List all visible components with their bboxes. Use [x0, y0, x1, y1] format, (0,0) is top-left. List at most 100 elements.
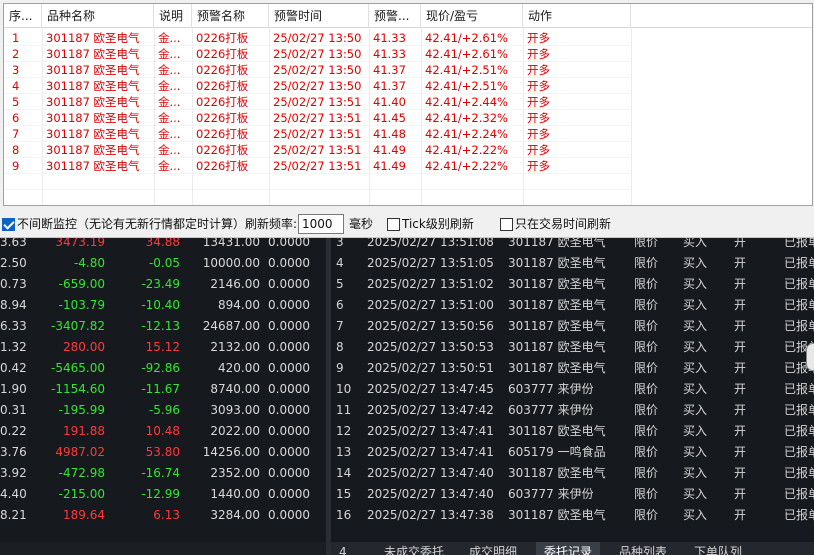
order-status: 已报单: [784, 508, 814, 522]
order-open-close: 开: [734, 319, 747, 333]
order-open-close: 开: [734, 445, 747, 459]
position-value: 2022.00: [210, 424, 260, 438]
order-row[interactable]: 15 2025/02/27 13:47:40 603777 来伊份 限价 买入 开 已报单: [331, 484, 814, 505]
alert-cell-desc: 金...: [158, 111, 181, 125]
position-row[interactable]: 0.31 -195.99 -5.96 3093.00 0.0000: [0, 400, 326, 421]
alert-cell-time: 25/02/27 13:50: [273, 79, 362, 93]
header-col-price-pnl[interactable]: 现价/盈亏: [421, 4, 523, 28]
alert-row[interactable]: 5 301187 欧圣电气 金... 0226打板 25/02/27 13:51 41.4…: [4, 94, 630, 110]
alert-cell-action: 开多: [527, 79, 550, 93]
header-col-seq[interactable]: 序...: [4, 4, 42, 28]
position-row[interactable]: 4.40 -215.00 -12.99 1440.00 0.0000: [0, 484, 326, 505]
order-row[interactable]: 12 2025/02/27 13:47:41 301187 欧圣电气 限价 买入 开 已报单: [331, 421, 814, 442]
position-row[interactable]: 1.90 -1154.60 -11.67 8740.00 0.0000: [0, 379, 326, 400]
order-row[interactable]: 82025/02/27 13:50:53301187 欧圣电气限价买入开已报单: [331, 337, 814, 358]
alert-cell-desc: 金...: [158, 127, 181, 141]
tick-refresh-checkbox[interactable]: [387, 218, 400, 231]
alert-cell-name: 301187 欧圣电气: [46, 95, 140, 109]
alert-cell-desc: 金...: [158, 63, 181, 77]
refresh-frequency-input[interactable]: [298, 214, 344, 234]
tab-page-4[interactable]: 4: [331, 542, 355, 555]
position-row[interactable]: 8.94 -103.79 -10.40 894.00 0.0000: [0, 295, 326, 316]
scroll-handle[interactable]: [806, 343, 814, 371]
alert-cell-time: 25/02/27 13:51: [273, 95, 362, 109]
order-row[interactable]: 10 2025/02/27 13:47:45 603777 来伊份 限价 买入 开 已报单: [331, 379, 814, 400]
alert-row[interactable]: 2 301187 欧圣电气 金... 0226打板 25/02/27 13:50 41.3…: [4, 46, 630, 62]
ms-unit-label: 毫秒: [349, 217, 374, 231]
position-row[interactable]: 8.21 189.64 6.13 3284.00 0.0000: [0, 505, 326, 526]
order-open-close: 开: [734, 340, 747, 354]
alert-row[interactable]: 3 301187 欧圣电气 金... 0226打板 25/02/27 13:50 41.3…: [4, 62, 630, 78]
header-col-alert-name[interactable]: 预警名称: [192, 4, 269, 28]
order-index: 9: [336, 361, 344, 375]
order-row[interactable]: 14 2025/02/27 13:47:40 301187 欧圣电气 限价 买入 开 已报单: [331, 463, 814, 484]
position-fee: 0.0000: [268, 277, 310, 291]
alert-row[interactable]: 9 301187 欧圣电气 金... 0226打板 25/02/27 13:51 41.4…: [4, 158, 630, 174]
alert-cell-action: 开多: [527, 31, 550, 45]
position-pnl-pct: 10.48: [145, 424, 180, 438]
order-time: 2025/02/27 13:50:51: [367, 361, 494, 375]
position-row[interactable]: 0.73 -659.00 -23.49 2146.00 0.0000: [0, 274, 326, 295]
position-fee: 0.0000: [268, 298, 310, 312]
position-row[interactable]: 0.22 191.88 10.48 2022.00 0.0000: [0, 421, 326, 442]
position-pnl: -5465.00: [51, 361, 105, 375]
order-side: 买入: [683, 487, 708, 501]
alert-cell-action: 开多: [527, 111, 550, 125]
order-row[interactable]: 11 2025/02/27 13:47:42 603777 来伊份 限价 买入 开 已报单: [331, 400, 814, 421]
order-row[interactable]: 6 2025/02/27 13:51:00 301187 欧圣电气 限价 买入 开 已报单: [331, 295, 814, 316]
position-row[interactable]: 3.76 4987.02 53.80 14256.00 0.0000: [0, 442, 326, 463]
continuous-monitor-checkbox[interactable]: [2, 218, 15, 231]
order-stock: 301187 欧圣电气: [508, 508, 606, 522]
alert-row[interactable]: 4 301187 欧圣电气 金... 0226打板 25/02/27 13:50 41.3…: [4, 78, 630, 94]
order-row[interactable]: 13 2025/02/27 13:47:41 605179 一鸣食品 限价 买入 开 已报单: [331, 442, 814, 463]
position-pnl: -4.80: [73, 256, 105, 270]
order-side: 买入: [683, 424, 708, 438]
position-value: 24687.00: [202, 319, 260, 333]
position-ratio: 1.32: [0, 340, 27, 354]
header-col-action[interactable]: 动作: [523, 4, 631, 28]
order-side: 买入: [683, 277, 708, 291]
order-row[interactable]: 16 2025/02/27 13:47:38 301187 欧圣电气 限价 买入 开 已报单: [331, 505, 814, 526]
header-col-alert-price[interactable]: 预警...: [369, 4, 421, 28]
position-row[interactable]: 2.50 -4.80 -0.05 10000.00 0.0000: [0, 253, 326, 274]
trade-time-only-checkbox[interactable]: [500, 218, 513, 231]
alert-row[interactable]: 6 301187 欧圣电气 金... 0226打板 25/02/27 13:51 41.4…: [4, 110, 630, 126]
alert-row[interactable]: 7 301187 欧圣电气 金... 0226打板 25/02/27 13:51 41.4…: [4, 126, 630, 142]
position-row[interactable]: 6.33 -3407.82 -12.13 24687.00 0.0000: [0, 316, 326, 337]
order-open-close: 开: [734, 382, 747, 396]
tab-pending-orders[interactable]: 未成交委托: [376, 542, 452, 555]
order-row[interactable]: 7 2025/02/27 13:50:56 301187 欧圣电气 限价 买入 开 已报单: [331, 316, 814, 337]
position-row[interactable]: 0.42 -5465.00 -92.86 420.00 0.0000: [0, 358, 326, 379]
tab-trade-details[interactable]: 成交明细: [461, 542, 525, 555]
tab-order-queue[interactable]: 下单队列: [686, 542, 750, 555]
header-col-desc[interactable]: 说明: [154, 4, 192, 28]
order-time: 2025/02/27 13:47:41: [367, 424, 494, 438]
order-open-close: 开: [734, 466, 747, 480]
position-pnl-pct: 53.80: [145, 445, 180, 459]
order-index: 7: [336, 319, 344, 333]
order-side: 买入: [683, 319, 708, 333]
alert-cell-price: 41.33: [373, 31, 406, 45]
position-row[interactable]: 1.32 280.00 15.12 2132.00 0.0000: [0, 337, 326, 358]
alert-cell-pnl: 42.41/+2.24%: [425, 127, 508, 141]
position-value: 1440.00: [210, 487, 260, 501]
order-row[interactable]: 5 2025/02/27 13:51:02 301187 欧圣电气 限价 买入 开 已报单: [331, 274, 814, 295]
column-gridline: [154, 28, 155, 205]
header-col-alert-time[interactable]: 预警时间: [269, 4, 369, 28]
tab-order-records[interactable]: 委托记录: [536, 542, 601, 555]
position-value: 420.00: [218, 361, 260, 375]
order-row[interactable]: 92025/02/27 13:50:51301187 欧圣电气限价买入开已报单: [331, 358, 814, 379]
position-row[interactable]: 3.92 -472.98 -16.74 2352.00 0.0000: [0, 463, 326, 484]
alert-row[interactable]: 8 301187 欧圣电气 金... 0226打板 25/02/27 13:51 41.4…: [4, 142, 630, 158]
alert-cell-alert: 0226打板: [196, 127, 249, 141]
position-value: 3093.00: [210, 403, 260, 417]
order-row[interactable]: 4 2025/02/27 13:51:05 301187 欧圣电气 限价 买入 开 已报单: [331, 253, 814, 274]
position-value: 2352.00: [210, 466, 260, 480]
alert-cell-name: 301187 欧圣电气: [46, 159, 140, 173]
position-pnl: -195.99: [58, 403, 105, 417]
alert-row[interactable]: 1 301187 欧圣电气 金... 0226打板 25/02/27 13:50 41.3…: [4, 30, 630, 46]
tab-instrument-list[interactable]: 品种列表: [611, 542, 675, 555]
position-pnl: -472.98: [58, 466, 105, 480]
header-col-name[interactable]: 品种名称: [42, 4, 154, 28]
column-gridline: [42, 28, 43, 205]
